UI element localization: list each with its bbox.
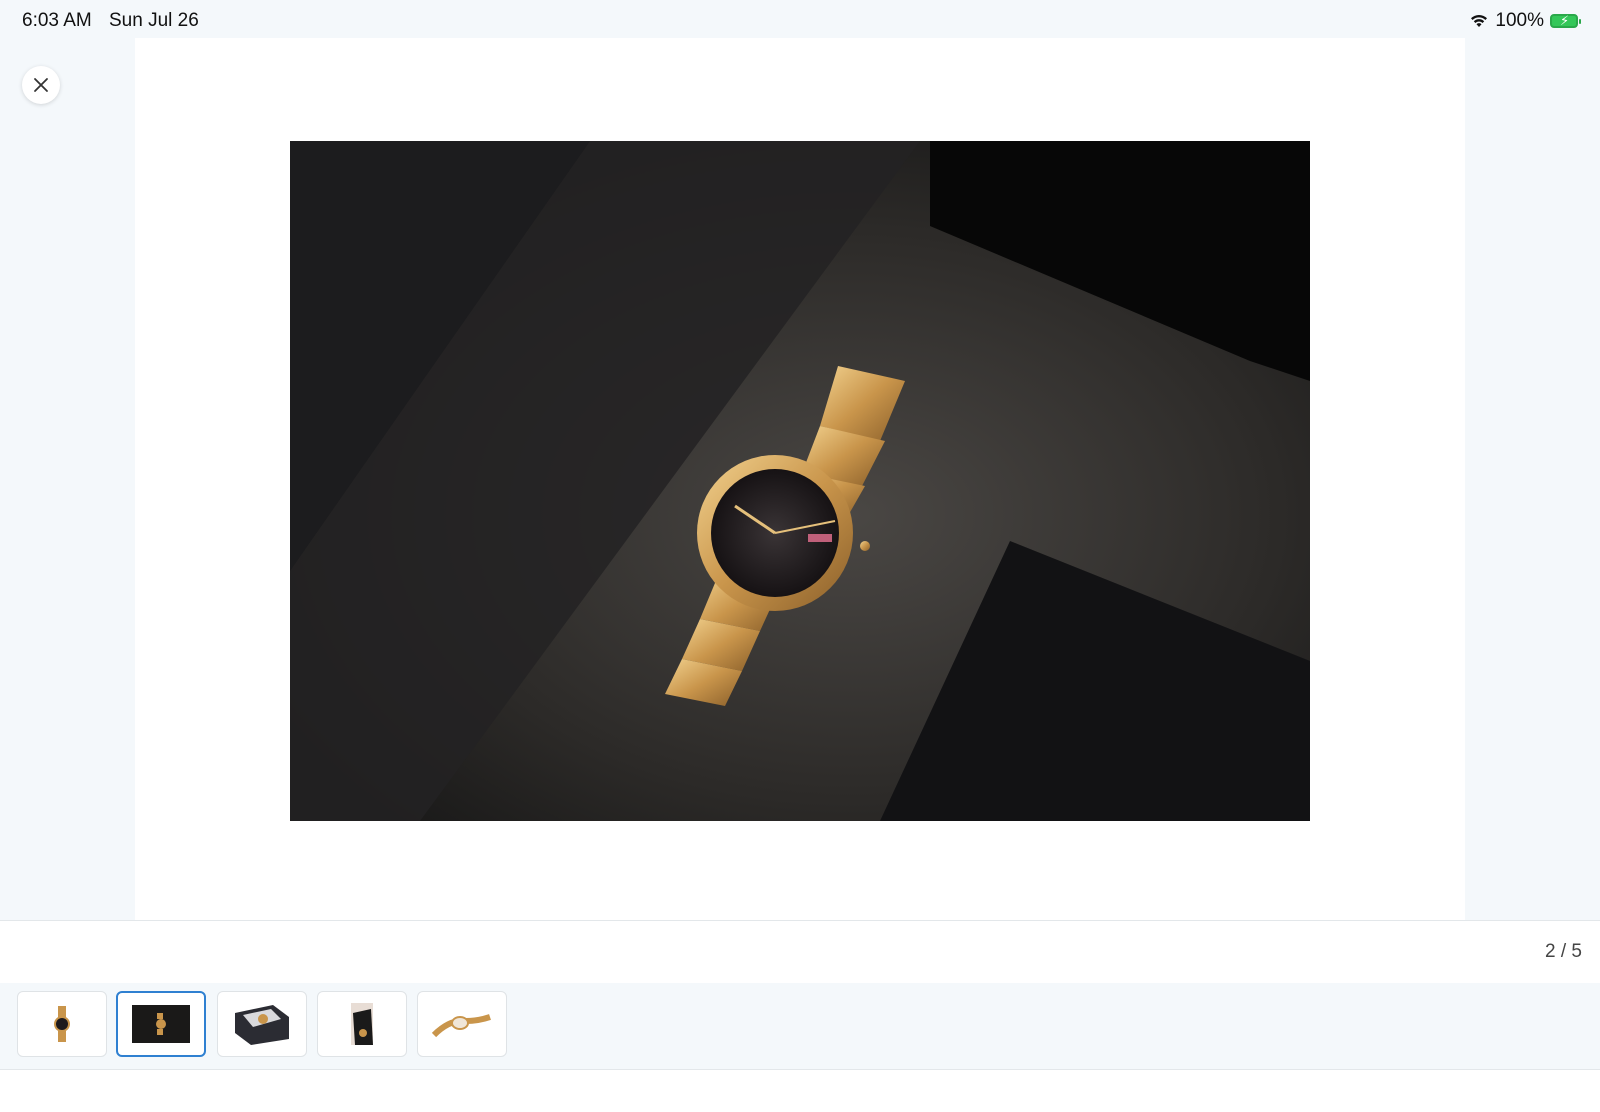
page-counter: 2 / 5: [1545, 941, 1582, 962]
watch-wrist-thumbnail-image: [351, 1003, 373, 1045]
thumbnail-4[interactable]: [317, 991, 407, 1057]
status-bar: 6:03 AM Sun Jul 26 100% ⚡: [0, 0, 1600, 40]
thumbnail-5[interactable]: [417, 991, 507, 1057]
wifi-icon: [1471, 14, 1488, 27]
status-date: Sun Jul 26: [109, 10, 199, 31]
watch-side-thumbnail-image: [431, 1014, 491, 1038]
bottom-area: [0, 1070, 1600, 1112]
close-button[interactable]: [22, 66, 60, 104]
image-viewer: [135, 38, 1465, 920]
watch-photo-illustration: [290, 141, 1310, 821]
thumbnail-1[interactable]: [17, 991, 107, 1057]
thumbnail-2[interactable]: [116, 991, 206, 1057]
close-icon: [34, 78, 48, 92]
watch-box-thumbnail-image: [235, 1005, 289, 1045]
battery-percent: 100%: [1495, 10, 1544, 31]
status-time: 6:03 AM: [22, 10, 92, 31]
thumbnail-3[interactable]: [217, 991, 307, 1057]
status-left: 6:03 AM Sun Jul 26: [22, 10, 211, 32]
product-photo[interactable]: [290, 141, 1310, 821]
status-right: 100% ⚡: [1469, 10, 1581, 32]
pagination-bar: 2 / 5: [0, 920, 1600, 984]
battery-charging-icon: ⚡: [1550, 13, 1581, 28]
watch-thumbnail-image: [132, 1005, 190, 1043]
watch-thumbnail-image: [54, 1006, 70, 1042]
thumbnail-strip: [0, 983, 1600, 1070]
